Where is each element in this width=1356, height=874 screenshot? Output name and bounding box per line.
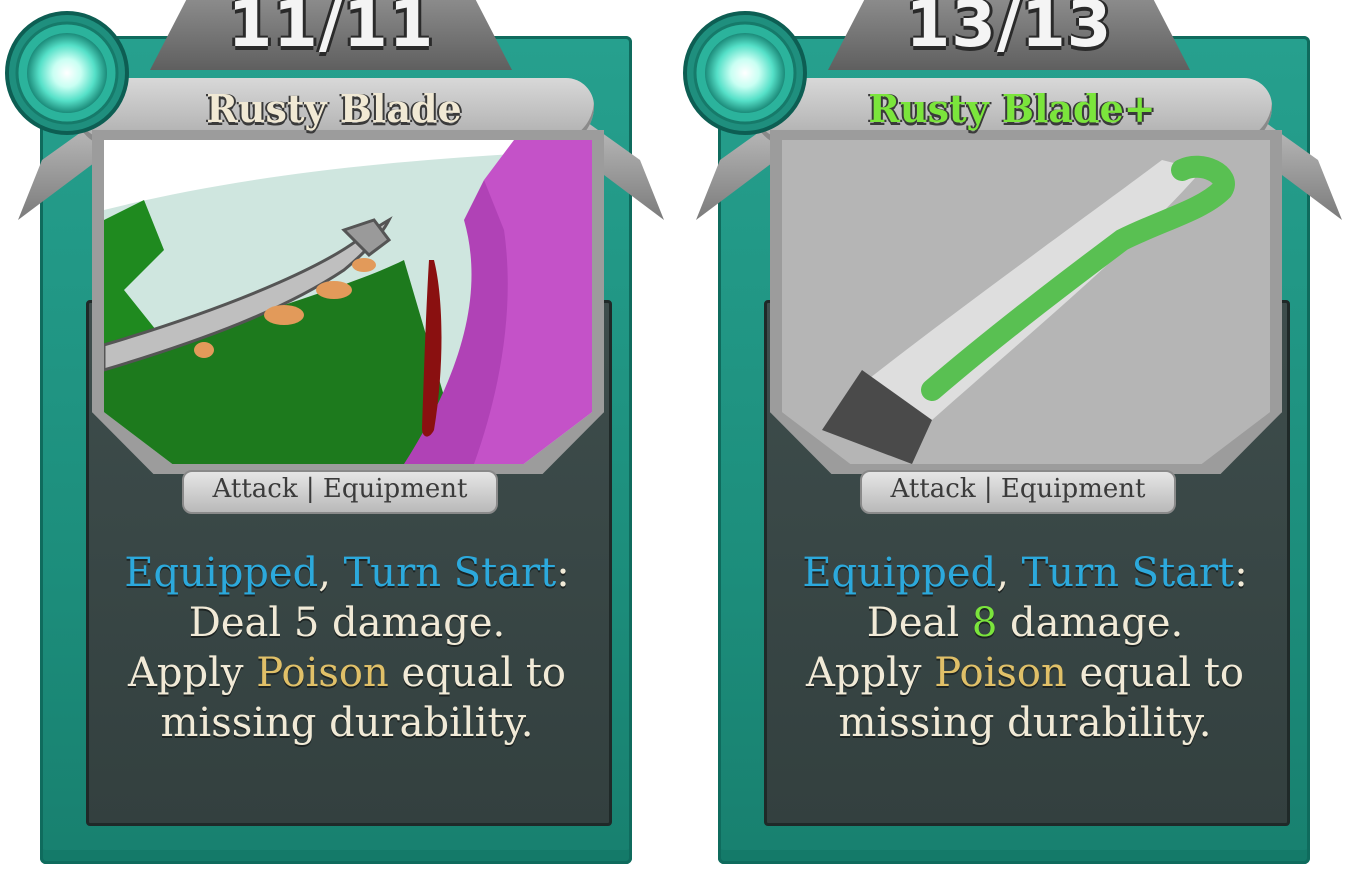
keyword-turn-start: Turn Start [343,550,557,596]
desc-line-3: Apply Poison equal to [90,648,604,698]
deal-prefix: Deal [866,600,972,646]
damage-value: 8 [971,600,998,646]
card-description: Equipped, Turn Start: Deal 8 damage. App… [768,548,1282,748]
keyword-equipped: Equipped [124,550,319,596]
card-title: Rusty Blade [206,86,462,131]
damage-value: 5 [293,600,320,646]
card-title: Rusty Blade+ [868,86,1156,131]
desc-line-2: Deal 8 damage. [768,598,1282,648]
card-description: Equipped, Turn Start: Deal 5 damage. App… [90,548,604,748]
durability-counter: 13/13 [905,0,1113,62]
keyword-turn-start: Turn Start [1021,550,1235,596]
card-art [104,140,592,464]
desc-line-3: Apply Poison equal to [768,648,1282,698]
apply-suffix: equal to [388,650,566,696]
card-type-line: Attack | Equipment [890,474,1146,504]
apply-prefix: Apply [127,650,257,696]
deal-suffix: damage. [319,600,506,646]
desc-line-2: Deal 5 damage. [90,598,604,648]
desc-line-4: missing durability. [160,700,534,746]
keyword-poison: Poison [256,650,389,696]
desc-separator: , [318,550,344,596]
apply-suffix: equal to [1066,650,1244,696]
desc-colon: : [1234,550,1248,596]
energy-orb-icon [682,10,808,136]
durability-counter: 11/11 [227,0,435,62]
desc-line-4: missing durability. [838,700,1212,746]
desc-line-1: Equipped, Turn Start: [90,548,604,598]
card-type-line: Attack | Equipment [212,474,468,504]
energy-orb-icon [4,10,130,136]
card-rusty-blade[interactable]: 11/11 Rusty Blade Attack | Equipment Equ… [0,0,664,874]
deal-prefix: Deal [188,600,294,646]
deal-suffix: damage. [997,600,1184,646]
desc-colon: : [556,550,570,596]
apply-prefix: Apply [805,650,935,696]
keyword-equipped: Equipped [802,550,997,596]
keyword-poison: Poison [934,650,1067,696]
desc-separator: , [996,550,1022,596]
card-art [782,140,1270,464]
desc-line-1: Equipped, Turn Start: [768,548,1282,598]
card-rusty-blade-plus[interactable]: 13/13 Rusty Blade+ Attack | Equipment Eq… [678,0,1342,874]
